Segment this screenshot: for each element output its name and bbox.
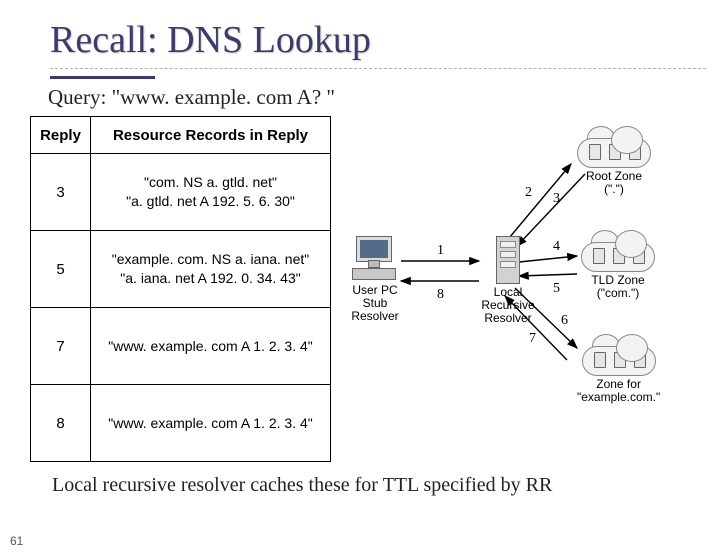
node-label: TLD Zone("com.") xyxy=(581,274,655,300)
table-row: 7 "www. example. com A 1. 2. 3. 4" xyxy=(31,308,331,385)
arrow-label: 7 xyxy=(529,331,536,346)
cell-rr: "www. example. com A 1. 2. 3. 4" xyxy=(91,385,331,462)
server-icon xyxy=(496,236,520,284)
node-label: Root Zone(".") xyxy=(577,170,651,196)
cell-rr: "www. example. com A 1. 2. 3. 4" xyxy=(91,308,331,385)
arrow-label: 8 xyxy=(437,287,444,302)
cloud-icon xyxy=(581,234,655,272)
arrow-label: 1 xyxy=(437,243,444,258)
cell-rr: "com. NS a. gtld. net" "a. gtld. net A 1… xyxy=(91,154,331,231)
node-tld-zone: TLD Zone("com.") xyxy=(581,234,655,300)
rr-line: "www. example. com A 1. 2. 3. 4" xyxy=(108,338,312,354)
cloud-icon xyxy=(577,130,651,168)
node-label: User PCStubResolver xyxy=(345,284,405,324)
col-header-rr: Resource Records in Reply xyxy=(91,117,331,154)
rr-line: "a. iana. net A 192. 0. 34. 43" xyxy=(120,270,300,286)
node-label: Zone for"example.com." xyxy=(577,378,660,404)
cell-reply: 8 xyxy=(31,385,91,462)
query-text: Query: "www. example. com A? " xyxy=(48,85,720,110)
node-root-zone: Root Zone(".") xyxy=(577,130,651,196)
cell-reply: 7 xyxy=(31,308,91,385)
rr-line: "example. com. NS a. iana. net" xyxy=(112,251,309,267)
slide-title: Recall: DNS Lookup xyxy=(50,18,720,62)
node-local-resolver: LocalRecursiveResolver xyxy=(473,236,543,326)
table-row: 5 "example. com. NS a. iana. net" "a. ia… xyxy=(31,231,331,308)
arrow-label: 5 xyxy=(553,281,560,296)
node-auth-zone: Zone for"example.com." xyxy=(577,338,660,404)
rr-line: "www. example. com A 1. 2. 3. 4" xyxy=(108,415,312,431)
footer-text: Local recursive resolver caches these fo… xyxy=(52,474,720,497)
node-user-pc: User PCStubResolver xyxy=(345,236,405,324)
rr-line: "com. NS a. gtld. net" xyxy=(144,174,277,190)
divider xyxy=(50,68,706,70)
cell-rr: "example. com. NS a. iana. net" "a. iana… xyxy=(91,231,331,308)
arrow-label: 3 xyxy=(553,191,560,206)
arrow-label: 2 xyxy=(525,185,532,200)
table-row: 8 "www. example. com A 1. 2. 3. 4" xyxy=(31,385,331,462)
col-header-reply: Reply xyxy=(31,117,91,154)
dns-reply-table: Reply Resource Records in Reply 3 "com. … xyxy=(30,116,331,462)
arrow-label: 6 xyxy=(561,313,568,328)
pc-icon xyxy=(350,236,400,282)
accent-bar xyxy=(50,76,155,79)
rr-line: "a. gtld. net A 192. 5. 6. 30" xyxy=(126,193,295,209)
arrow-label: 4 xyxy=(553,239,560,254)
cell-reply: 5 xyxy=(31,231,91,308)
dns-topology-diagram: 1 8 2 3 4 5 6 7 Root xyxy=(339,116,679,436)
page-number: 61 xyxy=(10,534,23,548)
cell-reply: 3 xyxy=(31,154,91,231)
cloud-icon xyxy=(582,338,656,376)
node-label: LocalRecursiveResolver xyxy=(473,286,543,326)
table-row: 3 "com. NS a. gtld. net" "a. gtld. net A… xyxy=(31,154,331,231)
